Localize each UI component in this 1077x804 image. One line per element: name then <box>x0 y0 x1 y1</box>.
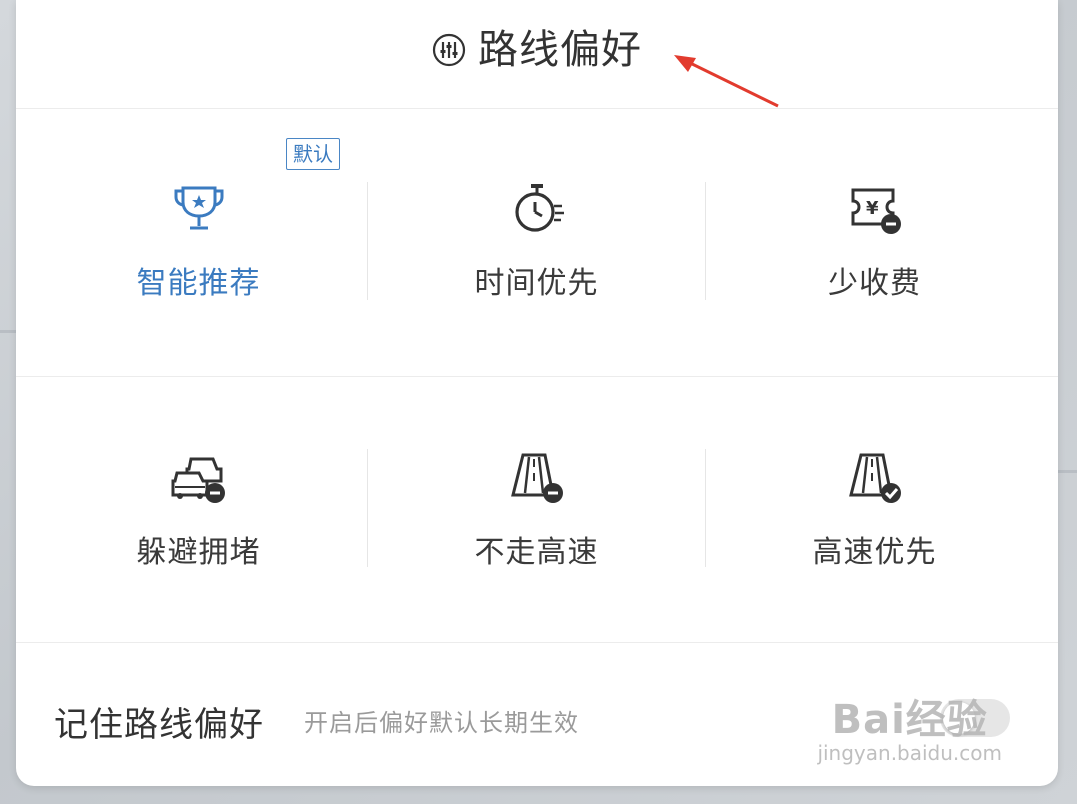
option-avoid-congestion[interactable]: 躲避拥堵 <box>30 377 367 643</box>
toll-ticket-icon: ¥ <box>847 180 903 236</box>
option-highway-first[interactable]: 高速优先 <box>706 377 1043 643</box>
sliders-icon <box>432 33 466 67</box>
option-label: 不走高速 <box>474 535 599 570</box>
option-label: 躲避拥堵 <box>136 535 261 570</box>
option-smart-recommend[interactable]: 默认 智能推荐 <box>30 110 367 376</box>
traffic-cars-icon <box>171 449 227 505</box>
option-less-toll[interactable]: ¥ 少收费 <box>706 110 1043 376</box>
option-time-first[interactable]: 时间优先 <box>368 110 705 376</box>
option-label: 时间优先 <box>474 266 599 301</box>
panel-header: 路线偏好 <box>16 0 1058 109</box>
trophy-icon <box>171 180 227 236</box>
option-label: 高速优先 <box>812 535 937 570</box>
remember-preference-description: 开启后偏好默认长期生效 <box>304 709 579 737</box>
stopwatch-icon <box>509 180 565 236</box>
page-title: 路线偏好 <box>478 27 642 73</box>
options-row: 默认 智能推荐 时间优先 ¥ 少收费 <box>16 110 1058 376</box>
remember-preference-title: 记住路线偏好 <box>54 705 264 745</box>
option-no-highway[interactable]: 不走高速 <box>368 377 705 643</box>
remember-preference-row: 记住路线偏好 开启后偏好默认长期生效 Bai经验 jingyan.baidu.c… <box>16 642 1058 787</box>
watermark-url: jingyan.baidu.com <box>817 741 1002 765</box>
option-label: 智能推荐 <box>136 266 261 301</box>
no-highway-icon <box>509 449 565 505</box>
baidu-watermark: Bai经验 jingyan.baidu.com <box>817 687 1002 765</box>
highway-check-icon <box>847 449 903 505</box>
default-badge: 默认 <box>286 138 340 170</box>
route-preference-panel: 路线偏好 默认 智能推荐 时间优先 ¥ 少收费 躲避拥堵 不走高速 高速优先 记… <box>16 0 1058 786</box>
annotation-arrow <box>674 55 779 108</box>
option-label: 少收费 <box>828 266 921 301</box>
svg-text:¥: ¥ <box>866 198 879 219</box>
options-row: 躲避拥堵 不走高速 高速优先 <box>16 376 1058 643</box>
watermark-logo: Bai经验 <box>831 697 988 743</box>
